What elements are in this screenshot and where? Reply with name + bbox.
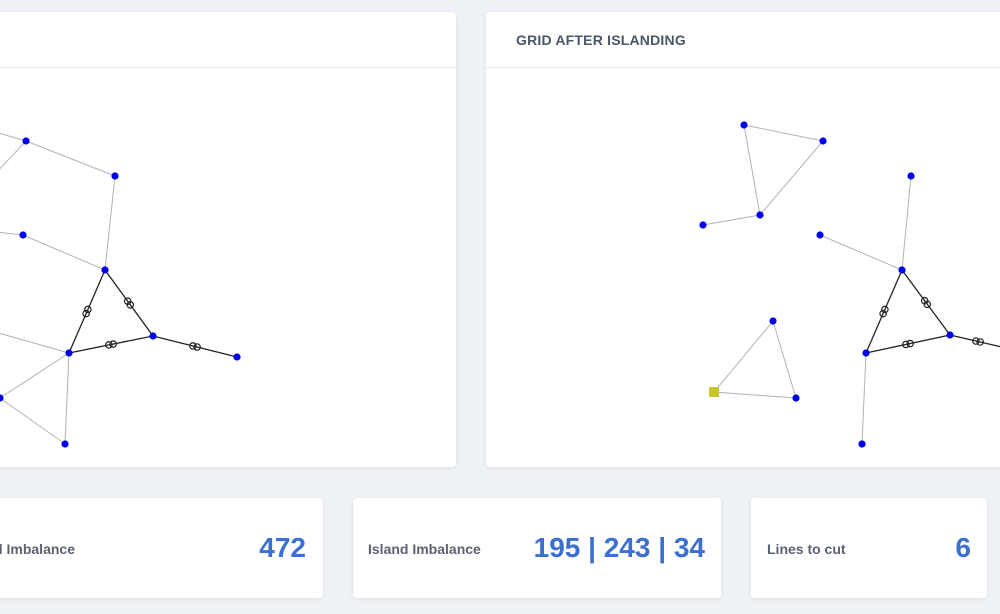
bus-node[interactable] xyxy=(740,121,748,129)
transformer-branch[interactable] xyxy=(865,334,951,354)
transformer-branch[interactable] xyxy=(68,335,154,354)
transformer-branch[interactable] xyxy=(901,269,951,336)
line-branch[interactable] xyxy=(861,352,867,445)
generator-node[interactable] xyxy=(709,387,719,397)
island-imbalance-label: Island Imbalance xyxy=(368,541,481,557)
islanded-grid-graph[interactable] xyxy=(486,12,1000,467)
bus-node[interactable] xyxy=(819,137,827,145)
bus-node[interactable] xyxy=(233,353,241,361)
line-branch[interactable] xyxy=(0,132,27,142)
bus-node[interactable] xyxy=(756,211,764,219)
bus-node[interactable] xyxy=(101,266,109,274)
total-imbalance-card: Total Imbalance 472 xyxy=(0,498,323,598)
bus-node[interactable] xyxy=(862,349,870,357)
lines-to-cut-card: Lines to cut 6 xyxy=(751,498,987,598)
original-grid-panel xyxy=(0,12,456,467)
bus-node[interactable] xyxy=(898,266,906,274)
line-branch[interactable] xyxy=(25,140,116,177)
line-branch[interactable] xyxy=(0,332,70,354)
lines-to-cut-value: 6 xyxy=(955,532,971,563)
bus-node[interactable] xyxy=(149,332,157,340)
bus-node[interactable] xyxy=(699,221,707,229)
islanded-grid-panel: GRID AFTER ISLANDING xyxy=(486,12,1000,467)
transformer-branch[interactable] xyxy=(104,269,154,337)
line-branch[interactable] xyxy=(819,234,903,271)
bus-node[interactable] xyxy=(65,349,73,357)
total-imbalance-value: 472 xyxy=(259,532,306,563)
lines-to-cut-label: Lines to cut xyxy=(767,541,846,557)
bus-node[interactable] xyxy=(816,231,824,239)
line-branch[interactable] xyxy=(0,140,27,174)
line-branch[interactable] xyxy=(901,175,912,271)
transformer-branch[interactable] xyxy=(152,335,238,358)
line-branch[interactable] xyxy=(743,124,761,216)
island-imbalance-card: Island Imbalance 195 | 243 | 34 xyxy=(353,498,721,598)
line-branch[interactable] xyxy=(743,124,824,142)
line-branch[interactable] xyxy=(104,175,116,271)
line-branch[interactable] xyxy=(713,320,774,393)
line-branch[interactable] xyxy=(713,391,797,399)
line-branch[interactable] xyxy=(0,397,66,445)
line-branch[interactable] xyxy=(702,214,761,226)
bus-node[interactable] xyxy=(792,394,800,402)
line-branch[interactable] xyxy=(0,352,70,399)
transformer-branch[interactable] xyxy=(949,334,1000,348)
island-imbalance-value: 195 | 243 | 34 xyxy=(533,532,705,563)
transformer-branch[interactable] xyxy=(865,269,903,354)
bus-node[interactable] xyxy=(946,331,954,339)
bus-node[interactable] xyxy=(858,440,866,448)
bus-node[interactable] xyxy=(22,137,30,145)
bus-node[interactable] xyxy=(111,172,119,180)
transformer-branch[interactable] xyxy=(68,269,106,354)
bus-node[interactable] xyxy=(61,440,69,448)
bus-node[interactable] xyxy=(19,231,27,239)
line-branch[interactable] xyxy=(759,140,824,216)
bus-node[interactable] xyxy=(769,317,777,325)
line-branch[interactable] xyxy=(22,234,106,271)
total-imbalance-label: Total Imbalance xyxy=(0,541,75,557)
bus-node[interactable] xyxy=(907,172,915,180)
original-grid-graph[interactable] xyxy=(0,12,456,467)
line-branch[interactable] xyxy=(772,320,797,399)
line-branch[interactable] xyxy=(64,352,70,445)
